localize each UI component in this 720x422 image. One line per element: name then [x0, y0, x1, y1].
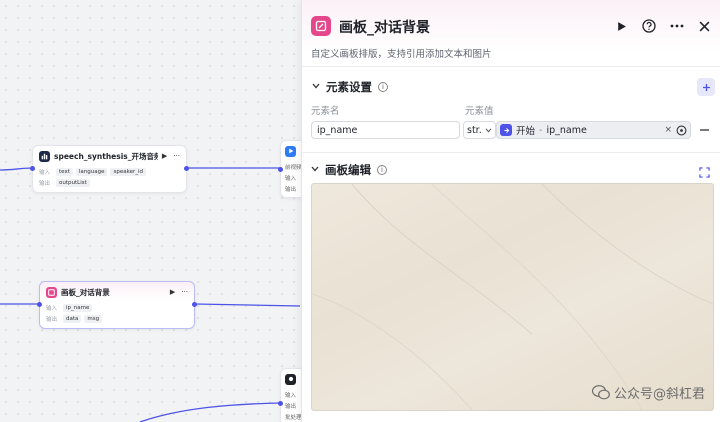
- plus-icon: [702, 83, 710, 91]
- element-name-input[interactable]: ip_name: [311, 121, 460, 139]
- speech-output-label: 输出: [39, 180, 51, 187]
- elements-section-header[interactable]: 元素设置 i: [312, 79, 388, 95]
- expand-icon[interactable]: [699, 163, 711, 178]
- board-panel-icon: [311, 16, 331, 36]
- board-output-msg: msg: [84, 314, 103, 323]
- chevron-down-icon[interactable]: [311, 165, 319, 175]
- partial-top-in-port[interactable]: [278, 167, 283, 172]
- speech-output-list: outputList: [56, 178, 90, 187]
- board-input-ipname: ip_name: [63, 303, 93, 312]
- wechat-icon: [591, 385, 610, 400]
- close-icon[interactable]: [695, 17, 713, 35]
- minus-icon: [699, 129, 709, 131]
- edge-into-speech: [0, 167, 34, 171]
- board-out-port[interactable]: [192, 302, 197, 307]
- chevron-down-icon[interactable]: [312, 82, 320, 92]
- speech-node-icon: [39, 150, 50, 162]
- elements-section-title: 元素设置: [326, 80, 372, 94]
- speech-in-port[interactable]: [30, 166, 35, 171]
- add-element-button[interactable]: [697, 78, 715, 96]
- info-icon[interactable]: i: [378, 82, 388, 92]
- target-icon[interactable]: [676, 125, 687, 136]
- remove-element-button[interactable]: [698, 124, 710, 136]
- edge-board-to-next: [194, 303, 301, 307]
- element-type-select[interactable]: str.: [463, 121, 496, 139]
- speech-out-port[interactable]: [184, 166, 189, 171]
- column-element-value: 元素值: [465, 106, 494, 117]
- watermark: 公众号@斜杠君: [591, 383, 705, 402]
- column-element-name: 元素名: [311, 106, 340, 117]
- board-output-label: 输出: [46, 316, 58, 323]
- start-node-icon: [500, 124, 512, 136]
- board-more-icon[interactable]: ···: [181, 288, 188, 296]
- partial-bottom-row3: 批处理: [285, 414, 302, 421]
- element-name-value: ip_name: [317, 124, 358, 136]
- node-board[interactable]: 画板_对话背景 ▶ ··· 输入 ip_name 输出 data msg: [37, 281, 197, 329]
- edge-to-bottom-node: [139, 402, 281, 422]
- editor-section-title: 画板编辑: [325, 163, 371, 177]
- watermark-text: 公众号@斜杠君: [613, 387, 705, 402]
- speech-more-icon[interactable]: ···: [173, 152, 180, 160]
- partial-top-icon: [285, 145, 296, 157]
- run-icon[interactable]: [612, 17, 630, 35]
- editor-section-header[interactable]: 画板编辑 i: [311, 162, 387, 178]
- element-type-value: str.: [467, 124, 482, 136]
- partial-top-row2: 输入: [285, 175, 297, 182]
- ref-separator: -: [539, 124, 543, 136]
- element-value-reference[interactable]: 开始 - ip_name ×: [496, 121, 691, 139]
- ref-source: 开始: [516, 126, 536, 137]
- board-run-icon[interactable]: ▶: [170, 288, 175, 296]
- speech-node-title: speech_synthesis_开场音频: [54, 151, 158, 161]
- speech-input-text: text: [56, 167, 73, 176]
- speech-run-icon[interactable]: ▶: [162, 152, 167, 160]
- board-node-title: 画板_对话背景: [61, 287, 110, 297]
- speech-input-language: language: [75, 167, 108, 176]
- info-icon[interactable]: i: [377, 165, 387, 175]
- speech-input-speaker: speaker_id: [110, 167, 146, 176]
- more-icon[interactable]: [668, 17, 686, 35]
- panel-description: 自定义画板排版，支持引用添加文本和图片: [311, 49, 492, 60]
- clear-icon[interactable]: ×: [664, 125, 672, 135]
- speech-input-label: 输入: [39, 169, 51, 176]
- partial-top-row1: 前视频: [285, 164, 302, 171]
- partial-bottom-icon: [285, 373, 296, 385]
- chevron-down-icon: [485, 128, 492, 133]
- help-icon[interactable]: [640, 17, 658, 35]
- board-node-icon: [46, 286, 57, 298]
- panel-header: 画板_对话背景: [302, 0, 720, 52]
- header-divider: [302, 66, 720, 67]
- ref-field: ip_name: [546, 124, 587, 136]
- partial-bottom-row1: 输入: [285, 392, 297, 399]
- node-speech-synthesis[interactable]: speech_synthesis_开场音频 ▶ ··· 输入 text lang…: [30, 145, 189, 193]
- section-divider: [302, 152, 720, 153]
- partial-top-row3: 输出: [285, 186, 297, 193]
- partial-bottom-in-port[interactable]: [278, 401, 283, 406]
- board-editor-canvas[interactable]: 公众号@斜杠君: [311, 183, 714, 411]
- panel-title: 画板_对话背景: [339, 20, 430, 36]
- canvas-texture: [312, 184, 713, 410]
- board-in-port[interactable]: [37, 302, 42, 307]
- board-output-data: data: [63, 314, 82, 323]
- board-input-label: 输入: [46, 305, 58, 312]
- partial-bottom-row2: 输出: [285, 403, 297, 410]
